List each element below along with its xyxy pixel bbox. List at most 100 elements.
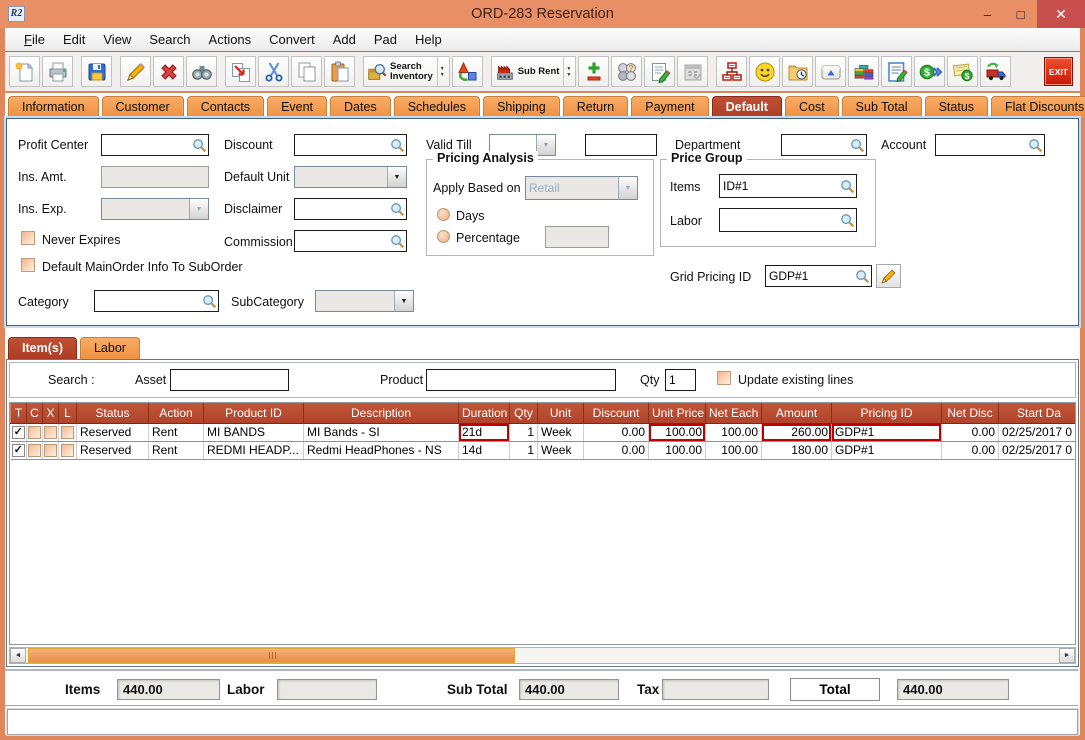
col-description[interactable]: Description [304, 403, 459, 423]
shipping-truck-button[interactable] [980, 56, 1011, 87]
menu-view[interactable]: View [94, 30, 140, 49]
table-row[interactable]: ✓ Reserved Rent REDMI HEADP... Redmi Hea… [11, 441, 1077, 459]
x-checkbox[interactable] [44, 444, 57, 457]
cell-unit-price[interactable]: 100.00 [649, 441, 706, 459]
col-product-id[interactable]: Product ID [204, 403, 304, 423]
default-unit-combo[interactable]: ▼ [294, 166, 407, 188]
3d-shapes-button[interactable] [452, 56, 483, 87]
menu-actions[interactable]: Actions [200, 30, 261, 49]
update-existing-lines-checkbox[interactable] [717, 371, 731, 385]
col-c[interactable]: C [27, 403, 43, 423]
days-radio[interactable] [437, 208, 450, 221]
exit-button[interactable]: EXIT [1044, 57, 1073, 86]
minimize-button[interactable]: – [971, 0, 1004, 28]
notepad-button[interactable] [644, 56, 675, 87]
category-field[interactable] [94, 290, 219, 312]
calendar-button[interactable] [677, 56, 708, 87]
cell-duration[interactable]: 14d [459, 441, 510, 459]
dropdown-arrow-icon[interactable]: ▼ [536, 135, 555, 155]
cell-net-each[interactable]: 100.00 [706, 441, 762, 459]
cell-status[interactable]: Reserved [77, 441, 149, 459]
add-remove-button[interactable] [578, 56, 609, 87]
billing-button[interactable]: $ [947, 56, 978, 87]
l-checkbox[interactable] [61, 444, 74, 457]
cell-net-disc[interactable]: 0.00 [942, 441, 999, 459]
org-chart-button[interactable] [716, 56, 747, 87]
copy-button[interactable] [291, 56, 322, 87]
x-checkbox[interactable] [44, 426, 57, 439]
tab-customer[interactable]: Customer [102, 96, 184, 118]
tab-payment[interactable]: Payment [631, 96, 708, 118]
cell-description[interactable]: MI Bands - SI [304, 423, 459, 441]
cell-pricing-id[interactable]: GDP#1 [832, 441, 942, 459]
print-button[interactable] [42, 56, 73, 87]
menu-edit[interactable]: Edit [54, 30, 94, 49]
never-expires-checkbox[interactable] [21, 231, 35, 245]
grid-pricing-id-field[interactable] [765, 265, 872, 287]
search-icon[interactable] [1028, 138, 1043, 153]
customer-button[interactable] [749, 56, 780, 87]
department-field[interactable] [781, 134, 867, 156]
new-document-button[interactable] [9, 56, 40, 87]
sub-rent-button[interactable]: Sub Rent ▼▼ [491, 56, 577, 87]
col-x[interactable]: X [43, 403, 59, 423]
tab-cost[interactable]: Cost [785, 96, 839, 118]
menu-help[interactable]: Help [406, 30, 451, 49]
col-l[interactable]: L [59, 403, 77, 423]
t-checkbox[interactable]: ✓ [12, 444, 25, 457]
account-field[interactable] [935, 134, 1045, 156]
scrollbar-track[interactable] [26, 648, 1059, 663]
search-icon[interactable] [850, 138, 865, 153]
col-amount[interactable]: Amount [762, 403, 832, 423]
cell-status[interactable]: Reserved [77, 423, 149, 441]
edit-document-button[interactable] [881, 56, 912, 87]
cell-description[interactable]: Redmi HeadPhones - NS [304, 441, 459, 459]
cell-product-id[interactable]: REDMI HEADP... [204, 441, 304, 459]
reports-button[interactable] [848, 56, 879, 87]
tab-items[interactable]: Item(s) [8, 337, 77, 359]
default-mainorder-checkbox[interactable] [21, 258, 35, 272]
tab-shipping[interactable]: Shipping [483, 96, 560, 118]
search-icon[interactable] [390, 202, 405, 217]
group-query-button[interactable]: ? [611, 56, 642, 87]
dropdown-arrow-icon[interactable]: ▼ [394, 291, 413, 311]
cell-amount[interactable]: 260.00 [762, 423, 832, 441]
cell-amount[interactable]: 180.00 [762, 441, 832, 459]
price-group-items-field[interactable] [719, 174, 857, 198]
col-duration[interactable]: Duration [459, 403, 510, 423]
menu-pad[interactable]: Pad [365, 30, 406, 49]
tab-information[interactable]: Information [8, 96, 99, 118]
scroll-right-button[interactable]: ► [1059, 648, 1075, 663]
qty-field[interactable] [665, 369, 696, 391]
col-status[interactable]: Status [77, 403, 149, 423]
scrollbar-thumb[interactable] [28, 648, 515, 663]
search-inventory-button[interactable]: SearchInventory ▼▼ [363, 56, 450, 87]
cell-unit-price[interactable]: 100.00 [649, 423, 706, 441]
save-button[interactable] [81, 56, 112, 87]
search-icon[interactable] [390, 234, 405, 249]
col-start-date[interactable]: Start Da [999, 403, 1077, 423]
search-inventory-dropdown[interactable]: ▼▼ [437, 57, 447, 86]
cell-action[interactable]: Rent [149, 441, 204, 459]
cell-pricing-id[interactable]: GDP#1 [832, 423, 942, 441]
cell-unit[interactable]: Week [538, 441, 584, 459]
search-icon[interactable] [840, 213, 855, 228]
tab-labor[interactable]: Labor [80, 337, 140, 359]
col-pricing-id[interactable]: Pricing ID [832, 403, 942, 423]
tab-subtotal[interactable]: Sub Total [842, 96, 922, 118]
menu-convert[interactable]: Convert [260, 30, 324, 49]
scroll-left-button[interactable]: ◄ [10, 648, 26, 663]
col-discount[interactable]: Discount [584, 403, 649, 423]
table-row[interactable]: ✓ Reserved Rent MI BANDS MI Bands - SI 2… [11, 423, 1077, 441]
search-icon[interactable] [390, 138, 405, 153]
menu-search[interactable]: Search [140, 30, 199, 49]
cell-discount[interactable]: 0.00 [584, 441, 649, 459]
transfer-button[interactable] [225, 56, 256, 87]
delete-button[interactable] [153, 56, 184, 87]
horizontal-scrollbar[interactable]: ◄ ► [9, 647, 1076, 664]
edit-button[interactable] [120, 56, 151, 87]
tab-status[interactable]: Status [925, 96, 988, 118]
col-t[interactable]: T [11, 403, 27, 423]
discount-field[interactable] [294, 134, 407, 156]
cell-net-disc[interactable]: 0.00 [942, 423, 999, 441]
